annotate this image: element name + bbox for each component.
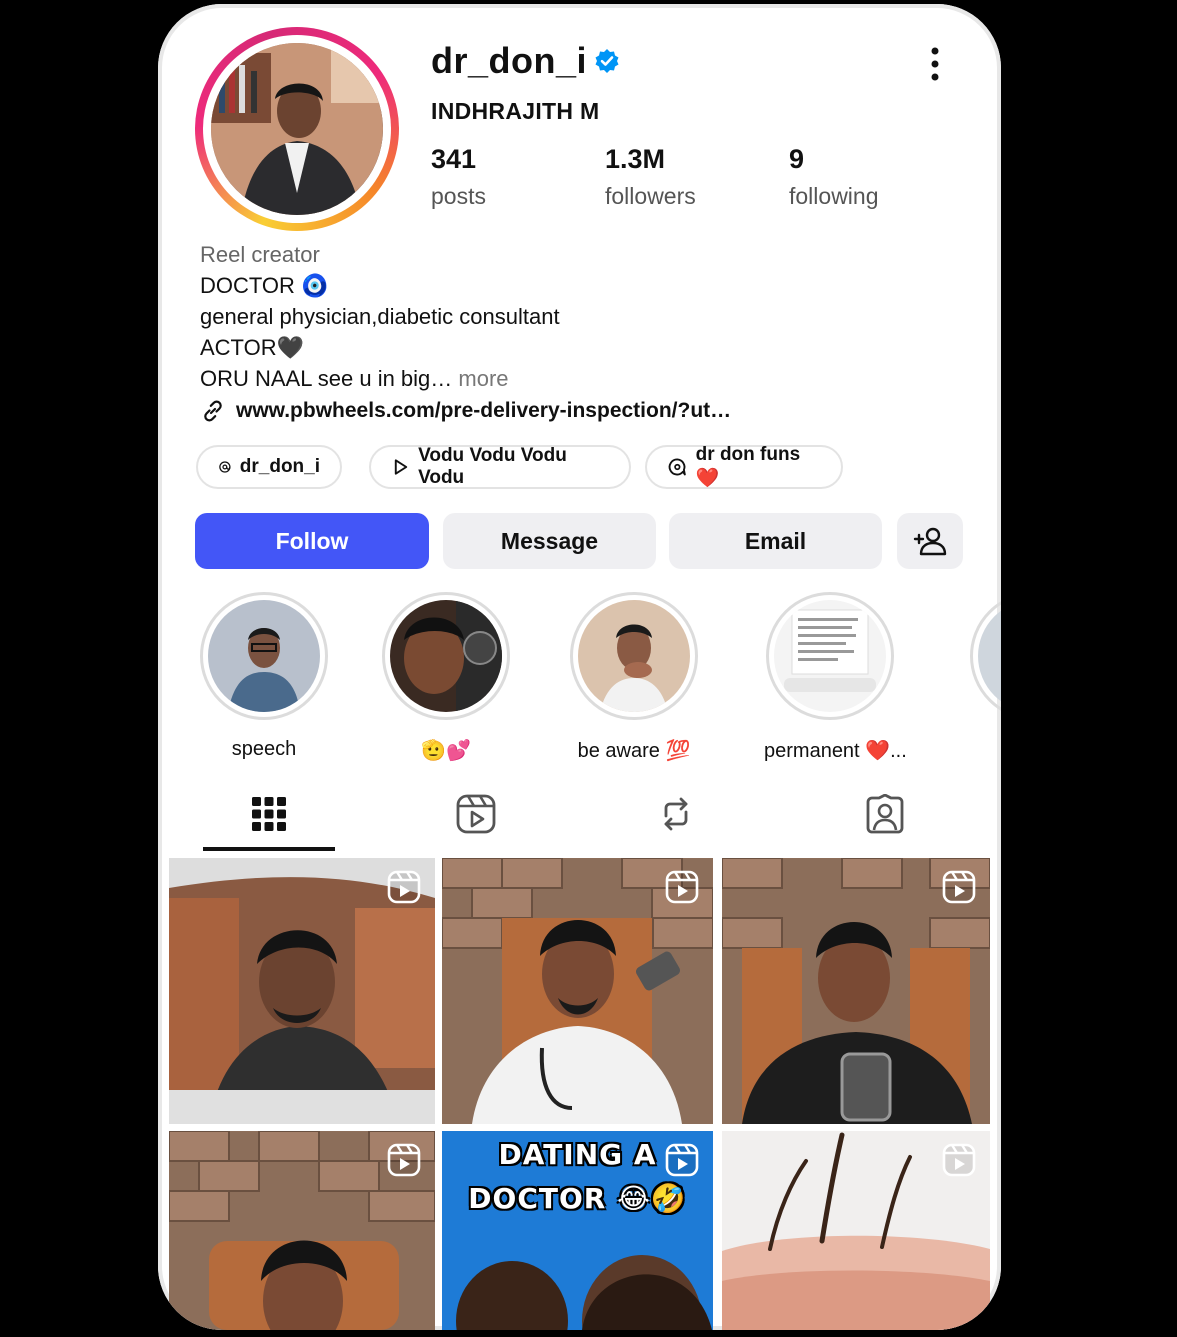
add-person-icon (913, 527, 947, 556)
profile-avatar-ring[interactable] (195, 27, 399, 231)
grid-post-4[interactable] (169, 1131, 435, 1330)
reel-badge-icon (665, 870, 699, 904)
chip-threads[interactable]: dr_don_i (196, 445, 342, 489)
channel-icon (668, 458, 686, 476)
profile-screen: dr_don_i INDHRAJITH M 341 posts 1.3M fol… (158, 4, 1001, 1330)
tab-tagged[interactable] (861, 790, 909, 838)
reel-badge-icon (387, 1143, 421, 1177)
bio-line-1: DOCTOR 🧿 (200, 273, 329, 298)
tab-grid[interactable] (245, 790, 293, 838)
highlight-cover (578, 600, 690, 712)
tagged-icon (866, 794, 904, 834)
grid-post-6[interactable] (722, 1131, 990, 1330)
reels-icon (456, 794, 496, 834)
full-name: INDHRAJITH M (431, 98, 600, 124)
avatar (211, 43, 383, 215)
more-options-icon[interactable] (923, 44, 947, 84)
reel-badge-icon (387, 870, 421, 904)
highlight-2[interactable]: 🫡💕 (380, 592, 512, 763)
stat-followers[interactable]: 1.3M followers (605, 144, 696, 210)
profile-category: Reel creator (200, 242, 320, 267)
highlight-partial[interactable] (970, 592, 1001, 720)
chip-reel-audio[interactable]: Vodu Vodu Vodu Vodu (369, 445, 631, 489)
threads-icon (219, 461, 231, 473)
highlight-cover (774, 600, 886, 712)
stat-posts[interactable]: 341 posts (431, 144, 486, 210)
message-button[interactable]: Message (443, 513, 656, 569)
external-link[interactable]: www.pbwheels.com/pre-delivery-inspection… (200, 398, 731, 424)
grid-post-1[interactable] (169, 858, 435, 1124)
stat-following[interactable]: 9 following (789, 144, 879, 210)
grid-icon (252, 797, 286, 831)
reel-badge-icon (942, 870, 976, 904)
reposts-icon (664, 797, 688, 831)
email-button[interactable]: Email (669, 513, 882, 569)
verified-badge-icon (595, 49, 619, 73)
chip-channel[interactable]: dr don funs ❤️ (645, 444, 843, 489)
grid-post-3[interactable] (722, 858, 990, 1124)
reel-badge-icon (665, 1143, 699, 1177)
active-tab-indicator (203, 847, 335, 851)
highlight-cover (208, 600, 320, 712)
tab-reels[interactable] (452, 790, 500, 838)
suggested-users-button[interactable] (897, 513, 963, 569)
highlight-speech[interactable]: speech (198, 592, 330, 761)
follow-button[interactable]: Follow (195, 513, 429, 569)
link-icon (204, 400, 222, 422)
bio-line-2: general physician,diabetic consultant (200, 304, 560, 329)
grid-post-5[interactable]: DATING A DOCTOR 😂🤣 (442, 1131, 713, 1330)
grid-post-2[interactable] (442, 858, 713, 1124)
reel-badge-icon (942, 1143, 976, 1177)
username: dr_don_i (431, 40, 588, 81)
bio-line-3: ACTOR🖤 (200, 335, 304, 360)
bio-line-4: ORU NAAL see u in big… more (200, 366, 509, 391)
external-link-text: www.pbwheels.com/pre-delivery-inspection… (236, 399, 732, 422)
bio-more-link[interactable]: more (458, 366, 508, 391)
play-icon (394, 459, 408, 475)
highlight-cover (390, 600, 502, 712)
highlight-permanent[interactable]: permanent ❤️... (764, 592, 907, 763)
tab-reposts[interactable] (652, 790, 700, 838)
highlight-be-aware[interactable]: be aware 💯 (568, 592, 700, 763)
